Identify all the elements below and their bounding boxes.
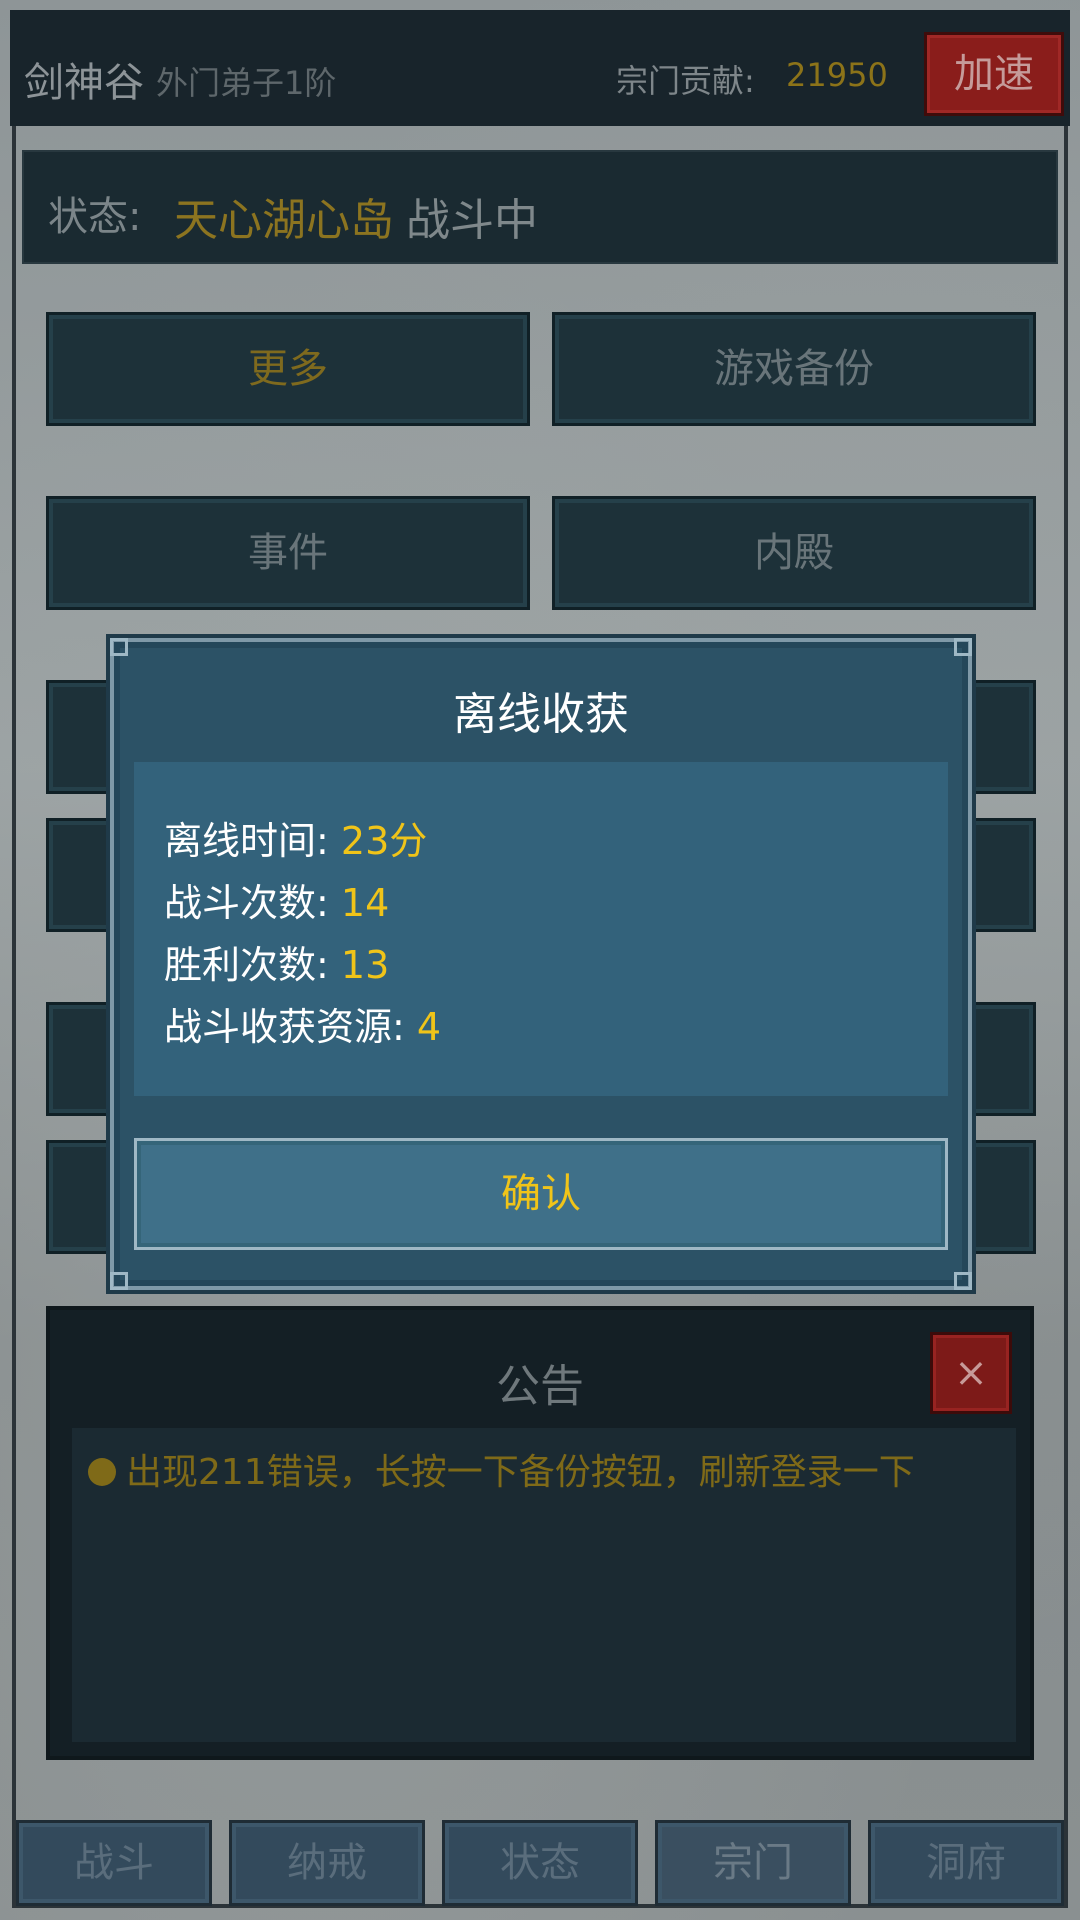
stat-label: 离线时间: xyxy=(164,819,329,863)
more-button[interactable]: 更多 xyxy=(46,312,530,426)
announcement-message: 出现211错误，长按一下备份按钮，刷新登录一下 xyxy=(126,1452,915,1493)
player-rank: 外门弟子1阶 xyxy=(156,64,337,102)
announcement-title: 公告 xyxy=(496,1361,584,1412)
stat-label: 胜利次数: xyxy=(164,943,329,987)
corner-ornament xyxy=(954,638,972,656)
speed-up-button[interactable]: 加速 xyxy=(924,32,1064,116)
stat-value: 14 xyxy=(340,881,390,925)
stat-battle-count: 战斗次数: 14 xyxy=(164,872,389,927)
stat-label: 战斗收获资源: xyxy=(164,1005,405,1049)
tab-storage-ring[interactable]: 纳戒 xyxy=(229,1820,425,1906)
corner-ornament xyxy=(110,638,128,656)
stat-win-count: 胜利次数: 13 xyxy=(164,934,389,989)
status-bar: 状态: 天心湖心岛 战斗中 xyxy=(22,150,1058,264)
stat-offline-time: 离线时间: 23分 xyxy=(164,810,427,865)
bullet-icon xyxy=(88,1458,116,1486)
tab-status[interactable]: 状态 xyxy=(442,1820,638,1906)
stat-value: 13 xyxy=(340,943,390,987)
announcement-body: 出现211错误，长按一下备份按钮，刷新登录一下 xyxy=(72,1428,1016,1742)
events-button[interactable]: 事件 xyxy=(46,496,530,610)
tab-sect[interactable]: 宗门 xyxy=(655,1820,851,1906)
status-location: 天心湖心岛 xyxy=(174,195,394,246)
dialog-body: 离线时间: 23分 战斗次数: 14 胜利次数: 13 战斗收获资源: 4 xyxy=(134,762,948,1096)
stat-label: 战斗次数: xyxy=(164,881,329,925)
status-state: 战斗中 xyxy=(406,195,538,246)
announcement-text: 出现211错误，长按一下备份按钮，刷新登录一下 xyxy=(88,1448,1000,1498)
contribution-value: 21950 xyxy=(786,56,888,94)
top-bar: 剑神谷 外门弟子1阶 宗门贡献: 21950 加速 xyxy=(10,10,1070,126)
stat-value: 23分 xyxy=(340,819,428,863)
confirm-button[interactable]: 确认 xyxy=(134,1138,948,1250)
stat-value: 4 xyxy=(416,1005,442,1049)
corner-ornament xyxy=(110,1272,128,1290)
game-backup-button[interactable]: 游戏备份 xyxy=(552,312,1036,426)
status-label: 状态: xyxy=(48,194,142,240)
tab-cave-abode[interactable]: 洞府 xyxy=(868,1820,1064,1906)
corner-ornament xyxy=(954,1272,972,1290)
inner-hall-button[interactable]: 内殿 xyxy=(552,496,1036,610)
dialog-title: 离线收获 xyxy=(453,689,629,740)
announcement-panel: 公告 × 出现211错误，长按一下备份按钮，刷新登录一下 xyxy=(46,1306,1034,1760)
close-icon[interactable]: × xyxy=(930,1332,1012,1414)
offline-rewards-dialog: 离线收获 离线时间: 23分 战斗次数: 14 胜利次数: 13 战斗收获资源:… xyxy=(110,638,972,1290)
stat-battle-resources: 战斗收获资源: 4 xyxy=(164,996,441,1051)
contribution-label: 宗门贡献: xyxy=(616,62,755,100)
tab-battle[interactable]: 战斗 xyxy=(16,1820,212,1906)
sect-name: 剑神谷 xyxy=(24,60,144,106)
